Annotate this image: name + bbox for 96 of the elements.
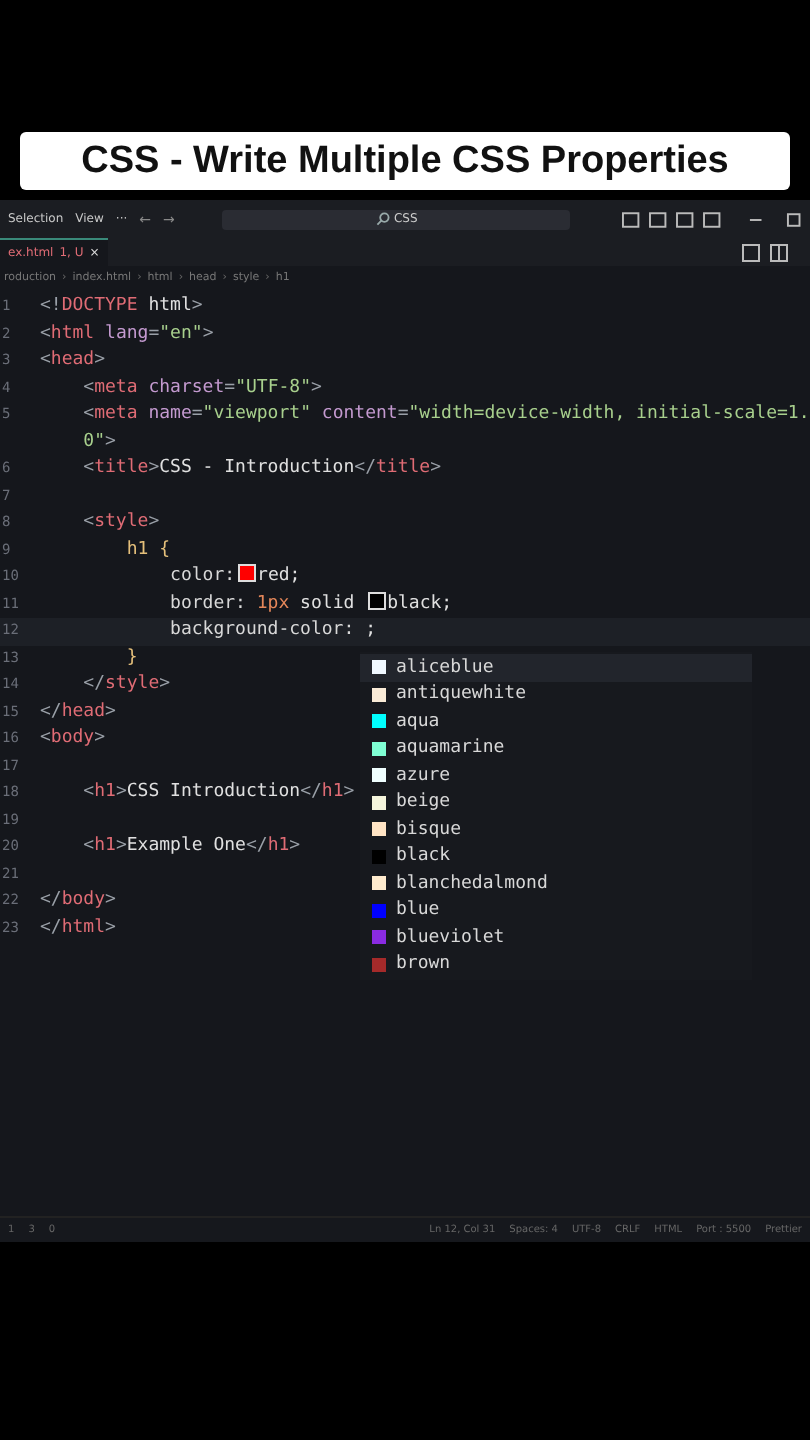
code-token: 1px (256, 593, 290, 613)
code-token: </ (81, 674, 106, 694)
code-token: } (124, 647, 138, 667)
code-token: background-color: (168, 620, 357, 640)
code-token: name (146, 404, 192, 424)
code-token: title (376, 458, 431, 478)
code-token: </ (354, 458, 376, 478)
code-token: < (81, 377, 95, 397)
code-token: h1 (94, 836, 116, 856)
code-token: CSS - Introduction (159, 458, 355, 478)
code-token: < (81, 512, 95, 532)
suggestion-item[interactable]: antiquewhite (360, 681, 752, 708)
code-token: > (289, 836, 301, 856)
code-token: head (50, 350, 95, 370)
code-token: color: (168, 566, 236, 586)
code-token: </ (245, 836, 268, 856)
code-token: < (81, 458, 95, 478)
suggestion-item[interactable]: aliceblue (360, 654, 752, 681)
code-token: > (148, 458, 160, 478)
code-token: > (105, 701, 116, 721)
code-token: < (40, 728, 51, 748)
code-token: red; (257, 566, 301, 586)
code-token: black; (387, 593, 453, 613)
code-token: > (430, 458, 442, 478)
code-token: lang (103, 323, 149, 343)
code-token: "width=device-width, initial-scale=1. (408, 404, 810, 424)
code-token: style (94, 512, 149, 532)
code-token: > (311, 377, 322, 397)
code-token: > (202, 323, 214, 343)
suggestion-item[interactable]: blanchedalmond (360, 870, 752, 897)
code-token: 0" (81, 431, 106, 451)
code-token: meta (94, 404, 138, 424)
code-token: h1 (321, 782, 344, 802)
suggestion-item[interactable]: blue (360, 897, 752, 924)
code-token: meta (94, 377, 138, 397)
code-token: "UTF-8" (235, 377, 311, 397)
code-token: html (61, 917, 106, 937)
suggestion-item[interactable]: brown (360, 951, 752, 978)
editor-action-icons[interactable] (742, 243, 794, 261)
code-token: style (105, 674, 160, 694)
code-token: > (105, 890, 116, 910)
code-token: < (81, 404, 95, 424)
code-token: content (319, 404, 398, 424)
code-token: > (148, 512, 160, 532)
code-token: head (61, 701, 106, 721)
code-token: { (157, 539, 171, 559)
search-icon (375, 212, 390, 226)
suggestion-item[interactable]: azure (360, 762, 752, 789)
title-banner: CSS - Write Multiple CSS Properties (20, 132, 790, 190)
maximize-icon[interactable] (786, 211, 802, 227)
code-token: < (81, 782, 95, 802)
code-token: </ (40, 890, 62, 910)
code-token: > (115, 782, 127, 802)
code-token: border: (168, 593, 248, 613)
code-token: = (191, 404, 203, 424)
code-token: < (40, 323, 51, 343)
code-token: > (343, 782, 355, 802)
code-token: </ (300, 782, 322, 802)
suggestion-item[interactable]: aqua (360, 708, 752, 735)
code-token: body (50, 728, 95, 748)
code-token: > (105, 917, 116, 937)
code-token: h1 (267, 836, 290, 856)
code-token: solid (298, 593, 357, 613)
code-token: "en" (159, 323, 203, 343)
code-token: = (397, 404, 409, 424)
code-token: < (81, 836, 95, 856)
code-token: title (94, 458, 149, 478)
code-token: html (50, 323, 95, 343)
code-token: = (224, 377, 236, 397)
code-token: h1 (94, 782, 116, 802)
code-token: < (40, 350, 51, 370)
code-token: body (61, 890, 106, 910)
suggestion-item[interactable]: bisque (360, 816, 752, 843)
suggestion-item[interactable]: beige (360, 789, 752, 816)
code-token: html (146, 296, 192, 316)
code-token: = (148, 323, 160, 343)
suggestion-item[interactable]: aquamarine (360, 735, 752, 762)
code-token: > (94, 728, 106, 748)
suggestion-item[interactable]: blueviolet (360, 924, 752, 951)
code-token: > (159, 674, 171, 694)
code-token: > (115, 836, 127, 856)
code-token: <! (40, 296, 62, 316)
suggestion-item[interactable]: black (360, 843, 752, 870)
code-token: DOCTYPE (61, 296, 138, 316)
code-token: CSS Introduction (126, 782, 301, 802)
code-token: charset (146, 377, 225, 397)
code-token: Example One (126, 836, 246, 856)
code-token: h1 (124, 539, 149, 559)
code-token: </ (40, 701, 62, 721)
code-token: ; (365, 620, 376, 640)
code-token: "viewport" (202, 404, 311, 424)
code-token: > (191, 296, 203, 316)
code-token: > (94, 350, 106, 370)
code-token: </ (40, 917, 62, 937)
layout-icons[interactable] (622, 211, 724, 227)
code-token: > (105, 431, 116, 451)
